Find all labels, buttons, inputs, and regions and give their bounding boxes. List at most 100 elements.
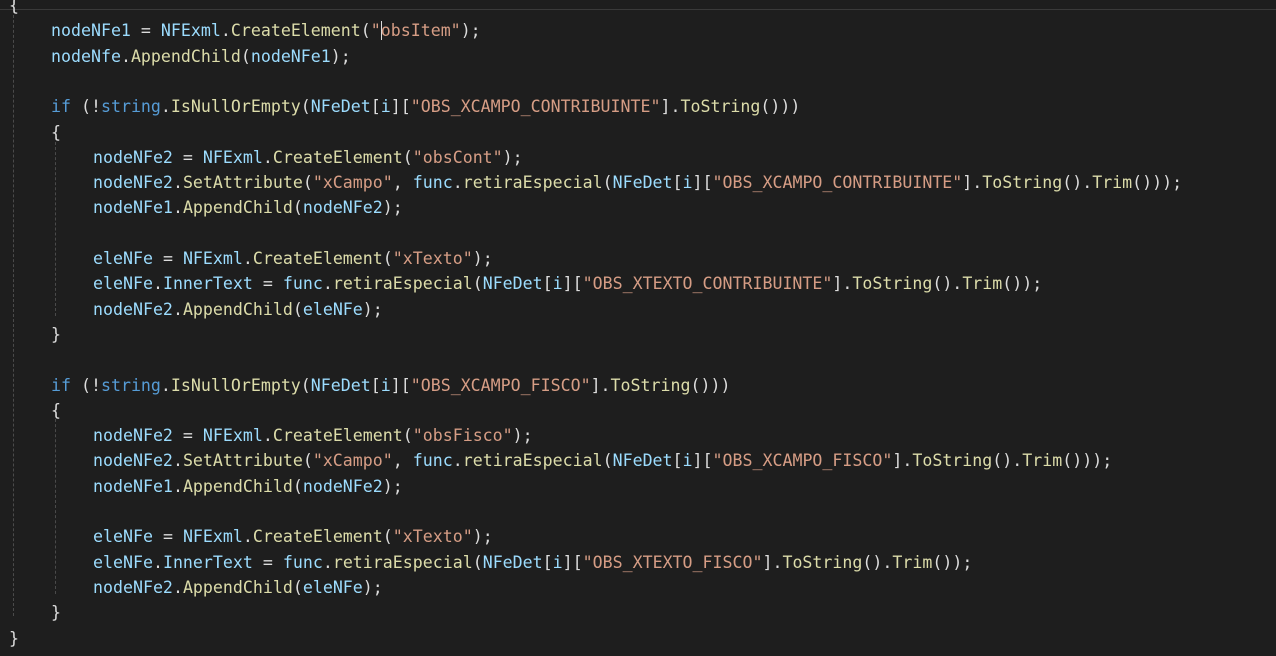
code-token: .: [152, 274, 163, 294]
code-line[interactable]: eleNFe.InnerText = func.retiraEspecial(N…: [93, 550, 972, 575]
code-line[interactable]: if (!string.IsNullOrEmpty(NFeDet[i]["OBS…: [51, 94, 800, 119]
code-line[interactable]: {: [51, 120, 61, 145]
code-token: nodeNFe1: [93, 198, 173, 218]
code-line[interactable]: nodeNFe1.AppendChild(nodeNFe2);: [93, 474, 403, 499]
code-token: );: [472, 527, 493, 547]
code-token: .: [262, 147, 273, 167]
code-token: (: [300, 97, 311, 117]
code-line[interactable]: nodeNFe2.AppendChild(eleNFe);: [93, 297, 383, 322]
code-token: [: [370, 97, 381, 117]
code-token: "OBS_XCAMPO_CONTRIBUINTE": [410, 97, 661, 117]
code-token: NFeDet: [482, 552, 543, 572]
code-token: retiraEspecial: [332, 552, 473, 572]
code-token: .: [262, 426, 273, 446]
code-token: (: [472, 274, 483, 294]
code-token: CreateElement: [252, 527, 383, 547]
code-token: ][: [562, 274, 583, 294]
code-token: (!: [70, 375, 101, 395]
code-line[interactable]: nodeNFe2.SetAttribute("xCampo", func.ret…: [93, 170, 1182, 195]
code-token: i: [380, 97, 391, 117]
code-token: =: [172, 147, 203, 167]
code-token: .: [322, 552, 333, 572]
code-line[interactable]: nodeNFe1 = NFExml.CreateElement("obsItem…: [51, 18, 481, 43]
code-line[interactable]: }: [9, 626, 19, 651]
code-token: AppendChild: [182, 577, 293, 597]
code-token: }: [51, 324, 61, 344]
code-token: IsNullOrEmpty: [170, 97, 301, 117]
indent-guide-block-1: [55, 137, 56, 316]
code-line[interactable]: nodeNFe2 = NFExml.CreateElement("obsCont…: [93, 145, 523, 170]
code-line[interactable]: nodeNFe2.SetAttribute("xCampo", func.ret…: [93, 448, 1112, 473]
code-token: CreateElement: [272, 426, 403, 446]
code-token: "OBS_XCAMPO_FISCO": [410, 375, 591, 395]
code-token: (: [472, 552, 483, 572]
code-token: .: [172, 299, 183, 319]
code-token: ][: [562, 552, 583, 572]
code-token: i: [552, 552, 563, 572]
code-token: InnerText: [162, 274, 253, 294]
code-token: ().: [1062, 173, 1093, 193]
code-token: .: [220, 21, 231, 41]
code-token: =: [252, 274, 283, 294]
code-token: SetAttribute: [182, 173, 303, 193]
code-line[interactable]: }: [51, 322, 61, 347]
code-editor[interactable]: { nodeNFe1 = NFExml.CreateElement("obsIte…: [0, 0, 1276, 656]
code-token: AppendChild: [182, 198, 293, 218]
code-token: {: [51, 400, 61, 420]
code-line[interactable]: nodeNFe2 = NFExml.CreateElement("obsFisc…: [93, 423, 533, 448]
code-token: ToString: [680, 97, 761, 117]
code-token: {: [9, 0, 19, 15]
code-token: .: [172, 476, 183, 496]
code-line[interactable]: nodeNfe.AppendChild(nodeNFe1);: [51, 44, 351, 69]
code-token: [: [542, 552, 553, 572]
code-token: IsNullOrEmpty: [170, 375, 301, 395]
code-line[interactable]: nodeNFe2.AppendChild(eleNFe);: [93, 575, 383, 600]
code-token: NFeDet: [310, 97, 371, 117]
code-token: "obsFisco": [412, 426, 513, 446]
code-line[interactable]: eleNFe = NFExml.CreateElement("xTexto");: [93, 246, 493, 271]
code-token: (: [602, 173, 613, 193]
code-token: nodeNFe2: [93, 577, 173, 597]
code-token: string: [100, 375, 161, 395]
code-token: (: [300, 375, 311, 395]
code-token: CreateElement: [252, 249, 383, 268]
code-token: .: [322, 274, 333, 294]
code-token: "xCampo": [312, 451, 393, 471]
code-token: );: [472, 249, 493, 268]
code-token: .: [242, 249, 253, 268]
code-token: nodeNfe: [51, 46, 121, 66]
code-line[interactable]: }: [51, 600, 61, 625]
code-token: CreateElement: [230, 21, 361, 41]
code-line[interactable]: eleNFe = NFExml.CreateElement("xTexto");: [93, 524, 493, 549]
code-token: .: [160, 97, 171, 117]
indent-guide-block-2: [55, 414, 56, 594]
code-token: nodeNFe1: [250, 46, 331, 66]
code-token: AppendChild: [182, 476, 293, 496]
code-token: retiraEspecial: [462, 451, 603, 471]
code-token: if: [51, 97, 71, 117]
code-token: NFeDet: [612, 173, 673, 193]
code-token: (: [402, 426, 413, 446]
code-token: obsItem": [380, 21, 461, 41]
code-token: [: [370, 375, 381, 395]
code-token: Trim: [1022, 451, 1063, 471]
code-token: NFeDet: [482, 274, 543, 294]
code-token: (: [292, 299, 303, 319]
code-line[interactable]: if (!string.IsNullOrEmpty(NFeDet[i]["OBS…: [51, 373, 730, 398]
code-line[interactable]: {: [51, 398, 61, 423]
code-line[interactable]: nodeNFe1.AppendChild(nodeNFe2);: [93, 195, 403, 220]
code-token: "OBS_XCAMPO_FISCO": [712, 451, 893, 471]
code-token: SetAttribute: [182, 451, 303, 471]
code-token: AppendChild: [182, 299, 293, 319]
code-token: ()));: [1062, 451, 1113, 471]
code-token: (: [602, 451, 613, 471]
code-token: .: [152, 552, 163, 572]
code-token: Trim: [1092, 173, 1133, 193]
code-token: "OBS_XTEXTO_CONTRIBUINTE": [582, 274, 833, 294]
code-token: eleNFe: [93, 527, 153, 547]
code-line[interactable]: eleNFe.InnerText = func.retiraEspecial(N…: [93, 271, 1042, 296]
code-token: =: [152, 249, 183, 268]
code-line[interactable]: {: [9, 0, 19, 18]
code-token: {: [51, 122, 61, 142]
code-token: ());: [932, 552, 973, 572]
